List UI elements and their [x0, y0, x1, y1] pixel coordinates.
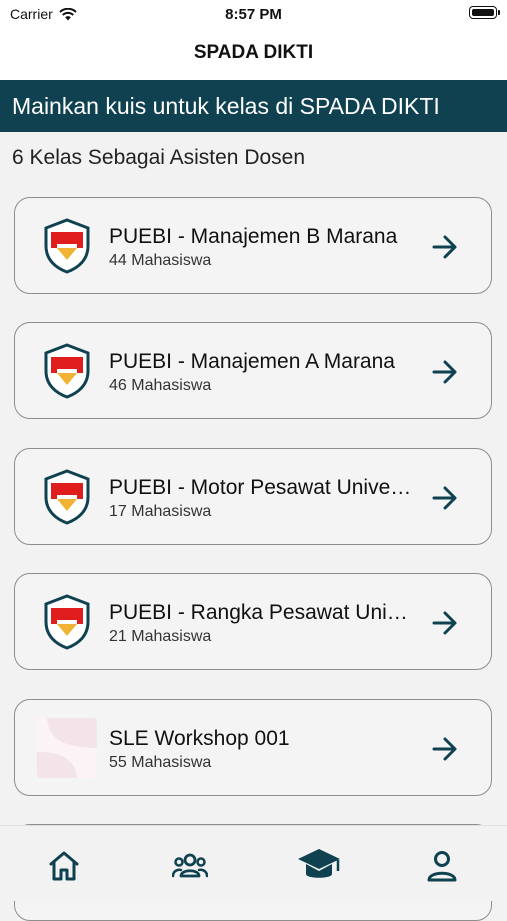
puebi-logo-icon [44, 343, 90, 399]
class-title: PUEBI - Manajemen B Marana [109, 225, 398, 248]
arrow-right-icon[interactable] [431, 234, 459, 260]
home-icon[interactable] [46, 848, 82, 884]
student-count: 17 Mahasiswa [109, 503, 212, 520]
class-title: PUEBI - Motor Pesawat Universitas [109, 476, 415, 499]
battery-icon [469, 6, 500, 19]
status-bar: Carrier 8:57 PM [0, 0, 507, 30]
navigation-bar: SPADA DIKTI [0, 30, 507, 80]
class-title: PUEBI - Rangka Pesawat Universitas [109, 601, 415, 624]
puebi-logo-icon [44, 594, 90, 650]
clock: 8:57 PM [225, 6, 282, 23]
profile-icon[interactable] [424, 848, 460, 884]
class-card[interactable]: PUEBI - Rangka Pesawat Universitas 21 Ma… [14, 573, 492, 670]
arrow-right-icon[interactable] [431, 610, 459, 636]
section-title: 6 Kelas Sebagai Asisten Dosen [12, 146, 306, 169]
student-count: 21 Mahasiswa [109, 628, 212, 645]
arrow-right-icon[interactable] [431, 359, 459, 385]
puebi-logo-icon [44, 218, 90, 274]
class-card[interactable]: SLE Workshop 001 55 Mahasiswa [14, 699, 492, 796]
class-title: SLE Workshop 001 [109, 727, 290, 750]
class-card[interactable]: PUEBI - Motor Pesawat Universitas 17 Mah… [14, 448, 492, 545]
student-count: 46 Mahasiswa [109, 377, 212, 394]
banner-text: Mainkan kuis untuk kelas di SPADA DIKTI [12, 93, 440, 119]
puebi-logo-icon [44, 469, 90, 525]
quiz-banner[interactable]: Mainkan kuis untuk kelas di SPADA DIKTI [0, 80, 507, 132]
student-count: 55 Mahasiswa [109, 754, 212, 771]
arrow-right-icon[interactable] [431, 485, 459, 511]
class-thumbnail [37, 718, 97, 778]
class-card[interactable]: PUEBI - Manajemen B Marana 44 Mahasiswa [14, 197, 492, 294]
graduation-cap-icon[interactable] [296, 845, 342, 885]
student-count: 44 Mahasiswa [109, 252, 212, 269]
arrow-right-icon[interactable] [431, 736, 459, 762]
group-icon[interactable] [172, 848, 208, 884]
class-title: PUEBI - Manajemen A Marana [109, 350, 395, 373]
tab-bar [0, 825, 507, 901]
class-card[interactable]: PUEBI - Manajemen A Marana 46 Mahasiswa [14, 322, 492, 419]
page-title: SPADA DIKTI [193, 42, 314, 63]
